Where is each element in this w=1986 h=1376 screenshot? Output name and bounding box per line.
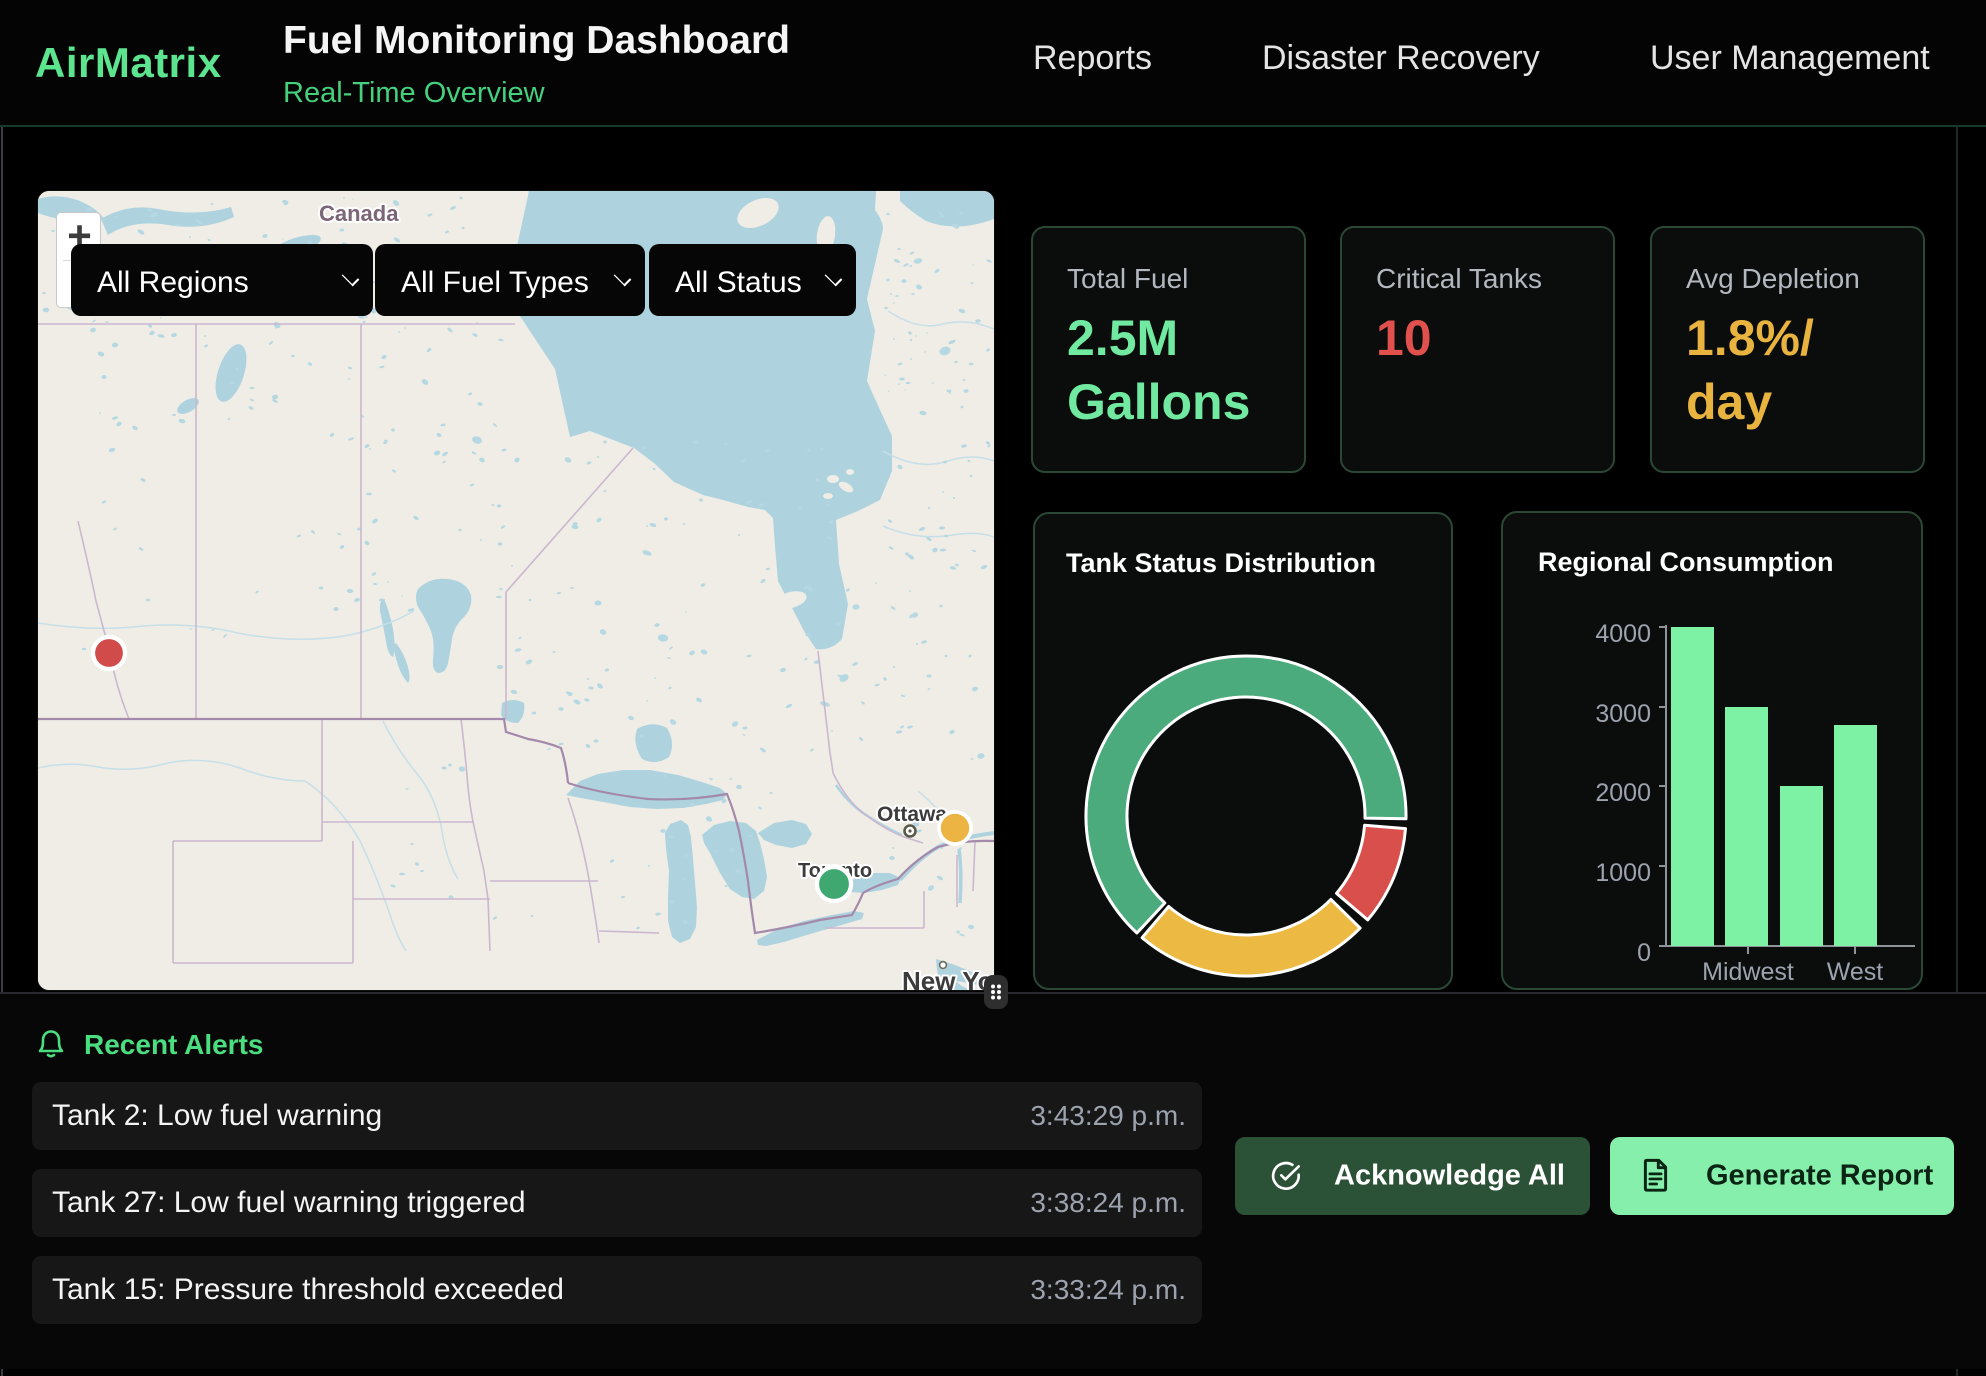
svg-text:0: 0 [1637, 939, 1651, 967]
svg-text:New York: New York [902, 966, 994, 991]
svg-text:4000: 4000 [1595, 620, 1651, 648]
svg-text:Ottawa: Ottawa [877, 803, 947, 826]
svg-text:Midwest: Midwest [1702, 958, 1794, 986]
svg-text:1000: 1000 [1595, 859, 1651, 887]
svg-text:2000: 2000 [1595, 779, 1651, 807]
svg-text:3000: 3000 [1595, 700, 1651, 728]
svg-text:Canada: Canada [319, 201, 399, 226]
svg-text:West: West [1827, 958, 1884, 986]
